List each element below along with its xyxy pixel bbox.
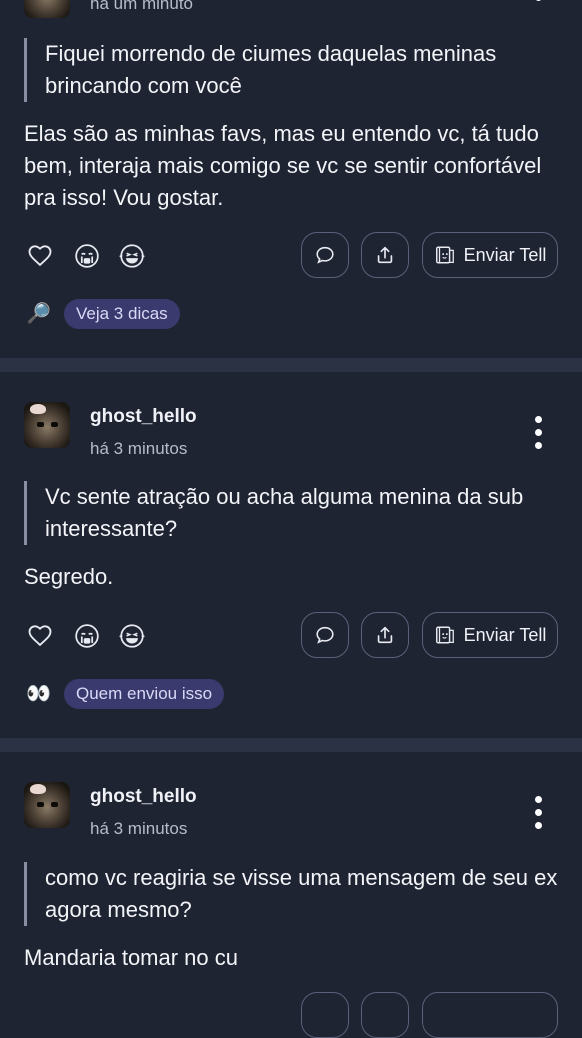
send-tell-label: Enviar Tell — [463, 624, 547, 645]
send-tell-button[interactable]: Enviar Tell — [422, 232, 558, 278]
more-options-icon[interactable] — [531, 0, 545, 7]
username[interactable]: ghost_hello — [90, 786, 197, 808]
share-icon — [377, 626, 393, 644]
share-button[interactable] — [361, 232, 409, 278]
share-icon — [377, 246, 393, 264]
post-card: ghost_hello há 3 minutos como vc reagiri… — [0, 752, 582, 1038]
question-quote: Vc sente atração ou acha alguma menina d… — [24, 481, 565, 545]
tell-icon — [435, 626, 454, 644]
more-options-icon[interactable] — [531, 796, 545, 835]
send-tell-label: Enviar Tell — [463, 244, 547, 265]
magnifier-icon: 🔎 — [26, 303, 51, 325]
comment-button[interactable] — [301, 992, 349, 1038]
question-quote: Fiquei morrendo de ciumes daquelas menin… — [24, 38, 565, 102]
comment-icon — [316, 246, 334, 264]
avatar[interactable] — [24, 782, 70, 828]
heart-icon[interactable] — [26, 621, 54, 649]
hints-badge[interactable]: Veja 3 dicas — [64, 299, 180, 329]
avatar[interactable] — [24, 0, 70, 18]
eyes-icon: 👀 — [26, 683, 51, 705]
post-card: ghost_hello há 3 minutos Vc sente atraçã… — [0, 372, 582, 738]
post-time: há 3 minutos — [90, 439, 188, 458]
username[interactable]: ghost_hello — [90, 406, 197, 428]
crying-face-icon[interactable] — [74, 243, 100, 269]
tell-icon — [435, 246, 454, 264]
avatar[interactable] — [24, 402, 70, 448]
answer-text: Segredo. — [24, 564, 114, 589]
divider — [0, 738, 582, 752]
send-tell-button[interactable]: Enviar Tell — [422, 612, 558, 658]
comment-button[interactable] — [301, 612, 349, 658]
post-time: há um minuto — [90, 0, 193, 13]
share-button[interactable] — [361, 612, 409, 658]
share-button[interactable] — [361, 992, 409, 1038]
heart-icon[interactable] — [26, 241, 54, 269]
question-quote: como vc reagiria se visse uma mensagem d… — [24, 862, 565, 926]
who-sent-badge[interactable]: Quem enviou isso — [64, 679, 225, 709]
post-card: há um minuto Fiquei morrendo de ciumes d… — [0, 0, 582, 358]
crying-face-icon[interactable] — [74, 623, 100, 649]
answer-text: Elas são as minhas favs, mas eu entendo … — [24, 121, 542, 210]
send-tell-button[interactable] — [422, 992, 558, 1038]
divider — [0, 358, 582, 372]
laughing-face-icon[interactable] — [118, 623, 146, 649]
post-time: há 3 minutos — [90, 819, 188, 838]
laughing-face-icon[interactable] — [118, 243, 146, 269]
comment-button[interactable] — [301, 232, 349, 278]
comment-icon — [316, 626, 334, 644]
answer-text: Mandaria tomar no cu — [24, 945, 238, 970]
more-options-icon[interactable] — [531, 416, 545, 455]
